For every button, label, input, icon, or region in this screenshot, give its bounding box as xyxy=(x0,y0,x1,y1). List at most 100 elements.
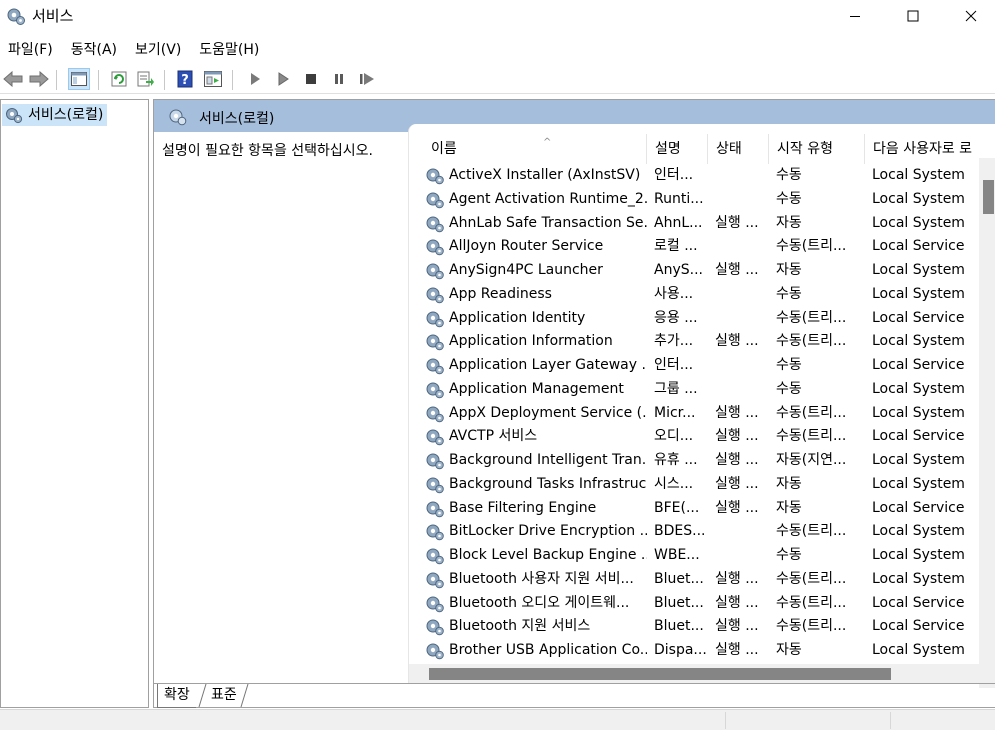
restart-service-button[interactable] xyxy=(356,68,378,90)
service-startup-type: 자동 xyxy=(776,642,802,658)
minimize-button[interactable] xyxy=(826,0,884,32)
service-description: 그룹 ... xyxy=(654,380,698,397)
table-row[interactable]: Bluetooth 지원 서비스 Bluet... 실행 ... 수동(트리... Lo… xyxy=(409,615,977,639)
service-gear-icon xyxy=(426,192,444,209)
horizontal-scroll-thumb[interactable] xyxy=(429,668,891,680)
vertical-scrollbar[interactable] xyxy=(979,158,995,688)
column-header-name[interactable]: 이름 ^ xyxy=(423,134,647,164)
service-description: Bluet... xyxy=(654,570,704,587)
restart-icon xyxy=(360,73,374,85)
table-row[interactable]: Application Management 그룹 ... 수동 Local Syst… xyxy=(409,378,977,402)
service-name: BitLocker Drive Encryption ... xyxy=(423,520,647,544)
table-row[interactable]: Agent Activation Runtime_2... Runti... 수동 L… xyxy=(409,188,977,212)
table-row[interactable]: AppX Deployment Service (... Micr... 실행 ..… xyxy=(409,402,977,426)
back-button[interactable] xyxy=(2,68,24,90)
table-row[interactable]: AVCTP 서비스 오디... 실행 ... 수동(트리... Local Servic… xyxy=(409,425,977,449)
column-header-description[interactable]: 설명 xyxy=(647,134,708,164)
stop-service-button[interactable] xyxy=(300,68,322,90)
service-description: Bluet... xyxy=(654,594,704,611)
service-name: AppX Deployment Service (... xyxy=(423,402,647,426)
service-gear-icon xyxy=(426,216,444,232)
status-bar xyxy=(0,709,995,730)
service-startup-type: 수동(트리... xyxy=(776,428,847,445)
table-row[interactable]: BitLocker Drive Encryption ... BDES... 수동(… xyxy=(409,520,977,544)
forward-arrow-icon xyxy=(29,71,49,87)
export-list-button[interactable] xyxy=(135,68,157,90)
service-startup-type: 자동 xyxy=(776,262,802,278)
refresh-icon xyxy=(111,71,127,87)
tree-node-services-local[interactable]: 서비스(로컬) xyxy=(2,104,108,126)
menu-help[interactable]: 도움말(H) xyxy=(191,36,269,62)
service-startup-type: 자동 xyxy=(776,475,802,492)
table-row[interactable]: Brother USB Application Co... Dispa... 실행 … xyxy=(409,639,977,663)
table-row[interactable]: Application Information 추가... 실행 ... 수동(트리.… xyxy=(409,330,977,354)
pause-service-button[interactable] xyxy=(328,68,350,90)
service-gear-icon xyxy=(426,429,444,446)
pane-title: 서비스(로컬) xyxy=(199,111,275,127)
tab-extended[interactable]: 확장 xyxy=(157,684,196,708)
table-row[interactable]: AnySign4PC Launcher AnyS... 실행 ... 자동 Local … xyxy=(409,259,977,283)
service-startup-type: 수동 xyxy=(776,167,802,183)
view-tabs: 확장 표준 xyxy=(153,683,995,708)
close-icon xyxy=(965,10,977,22)
table-row[interactable]: Background Tasks Infrastruc... 시스... 실행 ..… xyxy=(409,473,977,497)
start-service-button[interactable] xyxy=(244,68,266,90)
table-row[interactable]: Block Level Backup Engine ... WBE... 수동 Loc… xyxy=(409,544,977,568)
horizontal-scrollbar[interactable] xyxy=(409,664,979,684)
tab-divider-icon xyxy=(240,684,249,708)
column-header-status[interactable]: 상태 xyxy=(708,134,769,164)
search-services-icon xyxy=(169,109,187,126)
table-row[interactable]: Bluetooth 사용자 지원 서비... Bluet... 실행 ... 수동(트… xyxy=(409,568,977,592)
service-gear-icon xyxy=(426,263,444,280)
refresh-button[interactable] xyxy=(108,68,130,90)
service-startup-type: 수동 xyxy=(776,547,802,563)
service-gear-icon xyxy=(426,334,444,351)
service-name: Application Management xyxy=(423,378,647,402)
services-rows: ActiveX Installer (AxInstSV) 인터... 수동 Local… xyxy=(409,164,977,663)
service-gear-icon xyxy=(426,619,444,636)
forward-button[interactable] xyxy=(28,68,50,90)
tab-standard[interactable]: 표준 xyxy=(205,684,243,708)
service-gear-icon xyxy=(426,358,444,375)
service-gear-icon xyxy=(426,453,444,470)
help-button[interactable]: ? xyxy=(174,68,196,90)
service-name: Background Tasks Infrastruc... xyxy=(423,473,647,497)
service-status xyxy=(715,307,769,331)
menu-action[interactable]: 동작(A) xyxy=(63,36,127,62)
table-row[interactable]: Bluetooth 오디오 게이트웨... Bluet... 실행 ... 수동(트리… xyxy=(409,592,977,616)
table-row[interactable]: AllJoyn Router Service 로컬 ... 수동(트리... Loca… xyxy=(409,235,977,259)
title-bar: 서비스 xyxy=(0,0,995,34)
table-row[interactable]: Application Layer Gateway ... 인터... 수동 Loca… xyxy=(409,354,977,378)
service-description: 유휴 ... xyxy=(654,452,698,468)
service-description: 응용 ... xyxy=(654,309,698,326)
service-logon-as: Local System xyxy=(872,262,965,278)
table-row[interactable]: Application Identity 응용 ... 수동(트리... Local … xyxy=(409,307,977,331)
service-status xyxy=(715,164,769,188)
properties-button[interactable] xyxy=(202,68,224,90)
close-button[interactable] xyxy=(942,0,995,32)
service-logon-as: Local System xyxy=(872,333,965,350)
maximize-button[interactable] xyxy=(884,0,942,32)
table-row[interactable]: ActiveX Installer (AxInstSV) 인터... 수동 Local… xyxy=(409,164,977,188)
start-service-alt-button[interactable] xyxy=(272,68,294,90)
menu-view[interactable]: 보기(V) xyxy=(127,36,191,62)
table-row[interactable]: AhnLab Safe Transaction Se... AhnL... 실행 .… xyxy=(409,212,977,236)
service-name: Application Layer Gateway ... xyxy=(423,354,647,378)
service-gear-icon xyxy=(426,501,444,517)
service-description: Dispa... xyxy=(654,642,706,658)
service-startup-type: 수동(트리... xyxy=(776,238,847,255)
table-row[interactable]: Background Intelligent Tran... 유휴 ... 실행 .… xyxy=(409,449,977,473)
column-header-logon-as[interactable]: 다음 사용자로 로 xyxy=(865,134,979,164)
console-tree-button[interactable] xyxy=(68,68,90,90)
column-header-startup-type[interactable]: 시작 유형 xyxy=(769,134,865,164)
service-logon-as: Local System xyxy=(872,167,965,183)
vertical-scroll-thumb[interactable] xyxy=(983,180,994,214)
service-description: WBE... xyxy=(654,547,700,563)
tab-divider-icon xyxy=(198,684,207,708)
service-name: ActiveX Installer (AxInstSV) xyxy=(423,164,647,188)
table-row[interactable]: App Readiness 사용... 수동 Local System xyxy=(409,283,977,307)
service-name: AnySign4PC Launcher xyxy=(423,259,647,283)
service-logon-as: Local System xyxy=(872,475,965,492)
table-row[interactable]: Base Filtering Engine BFE(... 실행 ... 자동 Loca… xyxy=(409,497,977,521)
menu-file[interactable]: 파일(F) xyxy=(0,36,63,62)
